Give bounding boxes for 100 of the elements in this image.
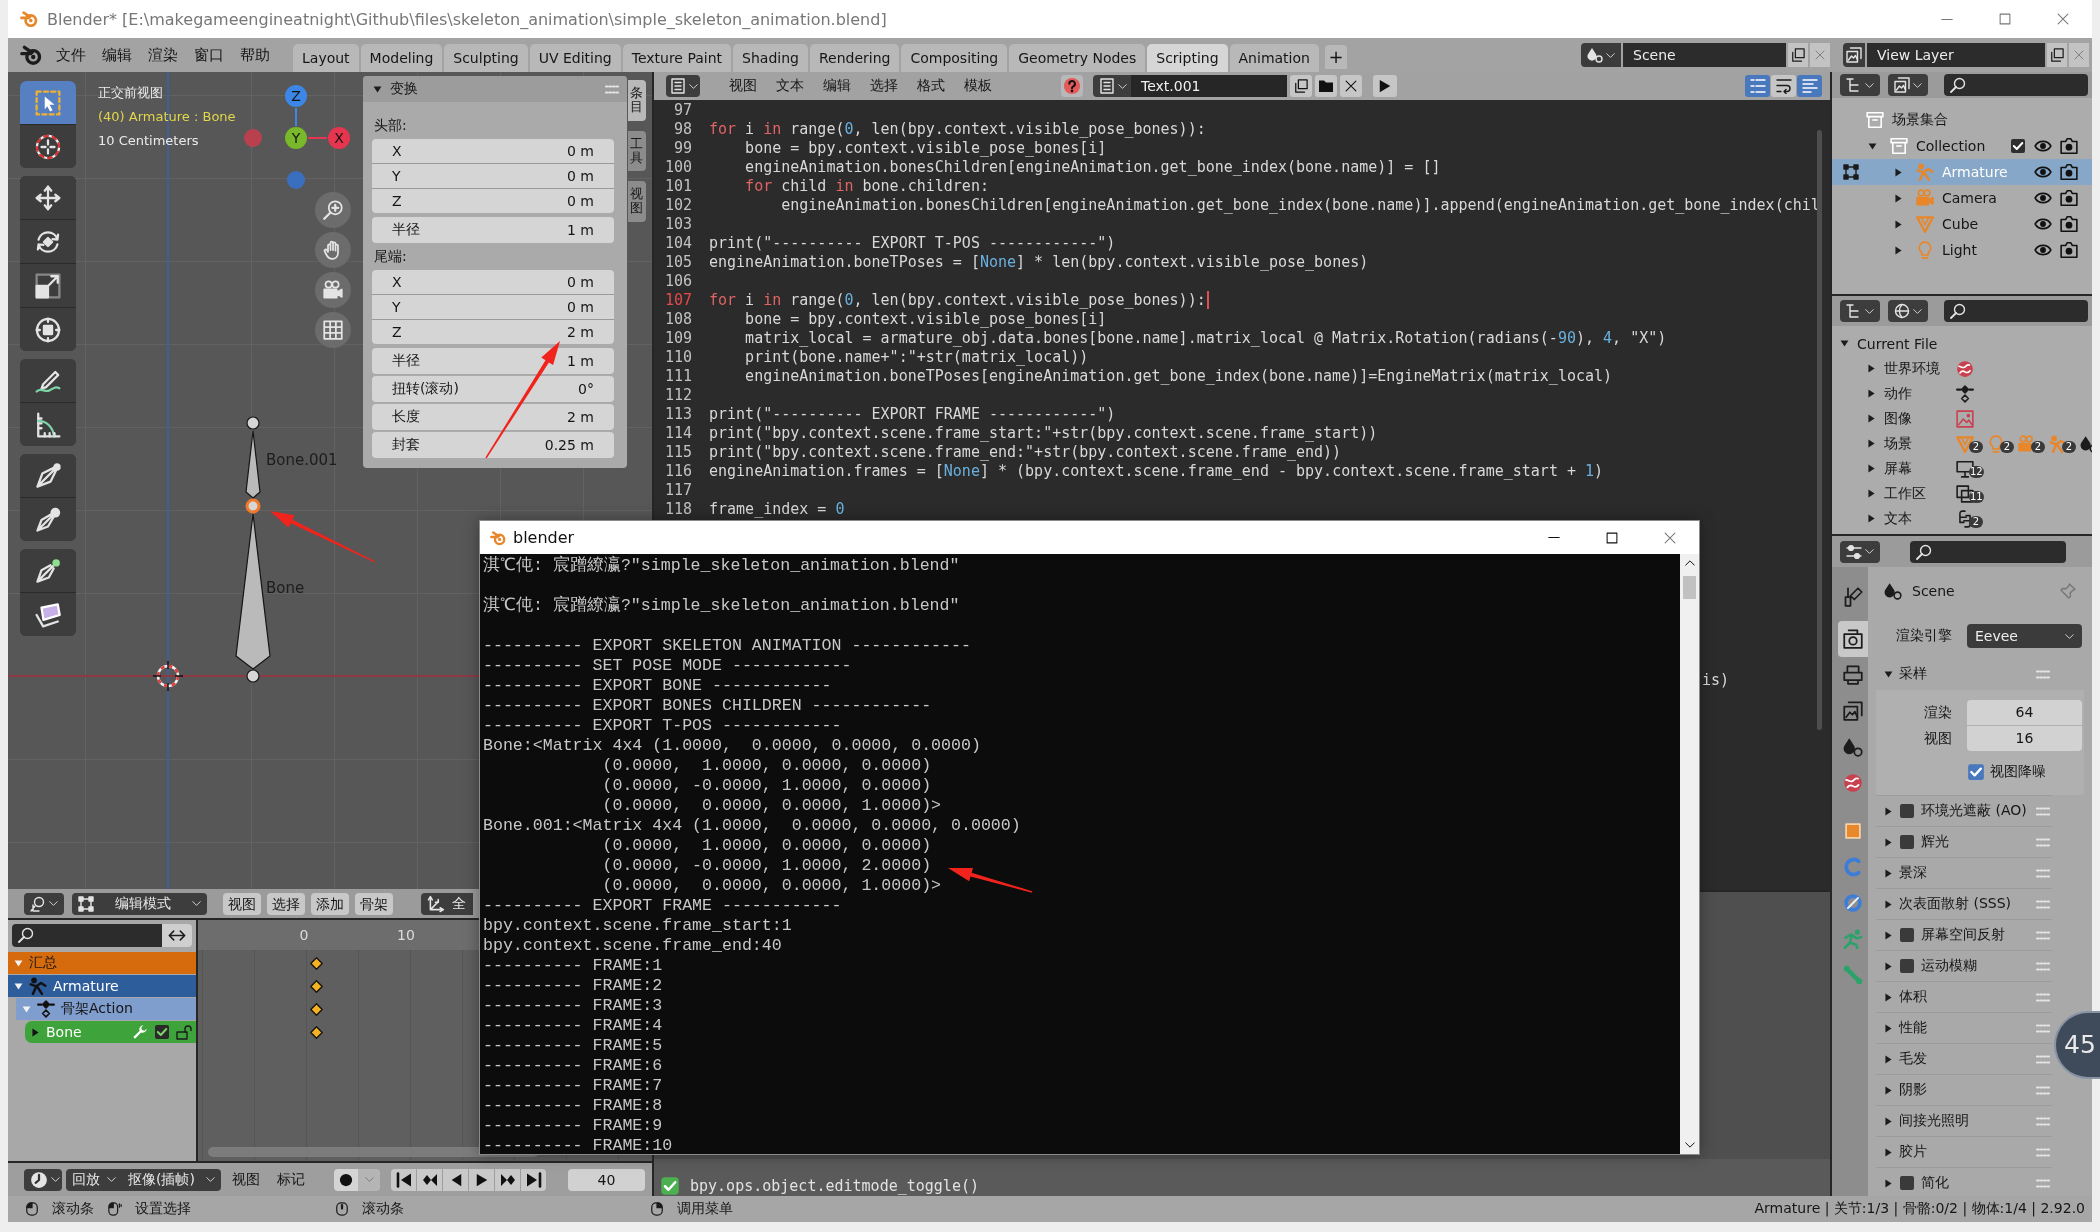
zoom-button[interactable] [315, 192, 351, 228]
jump-to-end-button[interactable] [521, 1168, 546, 1191]
outliner-item[interactable]: Collection [1832, 133, 2092, 159]
mode-dropdown[interactable]: 编辑模式 [72, 892, 207, 915]
new-view-layer-button[interactable] [2047, 43, 2067, 67]
menu-item[interactable]: 模板 [955, 77, 1001, 95]
menu-item[interactable]: 编辑 [94, 42, 140, 68]
tool-button[interactable] [20, 308, 76, 351]
disclosure-triangle-icon[interactable] [1840, 339, 1849, 348]
workspace-tab[interactable]: Animation [1229, 44, 1319, 72]
text-browse-button[interactable] [1093, 75, 1131, 97]
tool-button[interactable] [20, 454, 76, 497]
number-field[interactable]: 扭转(滚动) 0° [372, 376, 614, 402]
tool-button[interactable] [20, 220, 76, 263]
search-field[interactable] [12, 923, 162, 947]
outliner-item[interactable]: Current File [1832, 331, 2092, 356]
number-field[interactable]: Z 0 m [372, 189, 614, 213]
render-engine-dropdown[interactable]: Eevee [1967, 624, 2082, 648]
disclosure-triangle-icon[interactable] [1867, 414, 1876, 423]
axis-handle[interactable]: X [328, 127, 350, 149]
workspace-tab[interactable]: Layout [293, 44, 359, 72]
checkbox-icon[interactable] [1899, 958, 1915, 974]
checkbox-icon[interactable] [2010, 138, 2026, 154]
view-layer-name-field[interactable]: View Layer [1867, 43, 2045, 67]
properties-tab[interactable] [1838, 621, 1868, 657]
disclosure-triangle-icon[interactable] [1867, 464, 1876, 473]
outliner-item[interactable]: Light [1832, 237, 2092, 263]
menu-button[interactable]: 标记 [277, 1170, 305, 1189]
menu-item[interactable]: 选择 [861, 77, 907, 95]
number-field[interactable]: X 0 m [372, 139, 614, 163]
camera-icon[interactable] [2060, 215, 2078, 233]
scrollbar-thumb[interactable] [1683, 576, 1696, 599]
checkbox-icon[interactable] [1899, 927, 1915, 943]
disclosure-triangle-icon[interactable] [1894, 219, 1903, 229]
menu-item[interactable]: 文件 [48, 42, 94, 68]
keying-dropdown[interactable]: 抠像(插帧) [122, 1168, 221, 1191]
disclosure-triangle-icon[interactable] [1867, 389, 1876, 398]
outliner-item[interactable]: 屏幕 12 [1832, 456, 2092, 481]
panel-header[interactable]: 性能 [1876, 1012, 2052, 1043]
panel-header[interactable]: 变换 [363, 76, 627, 102]
keyframe-icon[interactable] [310, 1025, 323, 1039]
disclosure-triangle-icon[interactable] [1867, 364, 1876, 373]
workspace-tab[interactable]: UV Editing [529, 44, 621, 72]
tool-button[interactable] [20, 359, 76, 402]
disclosure-triangle-icon[interactable] [1867, 514, 1876, 523]
checkbox-icon[interactable] [1899, 834, 1915, 850]
workspace-tab[interactable]: Scripting [1147, 44, 1228, 72]
search-field[interactable] [1944, 74, 2088, 96]
display-mode-button[interactable] [1888, 74, 1928, 96]
jump-to-start-button[interactable] [391, 1168, 416, 1191]
number-field[interactable]: 半径 1 m [372, 217, 614, 243]
next-keyframe-button[interactable] [495, 1168, 520, 1191]
run-script-button[interactable] [1373, 75, 1397, 97]
number-field[interactable]: X 0 m [372, 270, 614, 294]
editor-type-button[interactable] [666, 75, 700, 97]
tool-button[interactable] [20, 176, 76, 219]
camera-icon[interactable] [2060, 241, 2078, 259]
panel-header[interactable]: 景深 [1876, 857, 2052, 888]
menu-button[interactable]: 添加 [311, 892, 349, 915]
sidebar-tab[interactable]: 工具 [628, 130, 646, 172]
editor-type-button[interactable] [24, 1168, 62, 1191]
axis-handle[interactable] [244, 129, 262, 147]
keyframe-icon[interactable] [310, 979, 323, 993]
panel-header[interactable]: 运动模糊 [1876, 950, 2052, 981]
number-field[interactable]: 封套 0.25 m [372, 432, 614, 458]
panel-header[interactable]: 胶片 [1876, 1136, 2052, 1167]
scroll-up-icon[interactable] [1684, 560, 1695, 566]
number-field[interactable]: Y 0 m [372, 164, 614, 188]
disclosure-triangle-icon[interactable] [31, 1027, 40, 1037]
pan-button[interactable] [315, 232, 351, 268]
workspace-tab[interactable]: Compositing [901, 44, 1008, 72]
scene-browse-button[interactable] [1581, 43, 1621, 67]
tool-button[interactable] [20, 125, 76, 168]
number-field[interactable]: Z 2 m [372, 320, 614, 344]
workspace-tab[interactable]: Geometry Nodes [1009, 44, 1146, 72]
tool-button[interactable] [20, 403, 76, 446]
disclosure-triangle-icon[interactable] [1894, 193, 1903, 203]
outliner-item[interactable]: 场景 2 2 2 2 [1832, 431, 2092, 456]
disclosure-triangle-icon[interactable] [1894, 245, 1903, 255]
workspace-tab[interactable]: Rendering [809, 44, 900, 72]
outliner-item[interactable]: Cube [1832, 211, 2092, 237]
duplicate-text-button[interactable] [1290, 75, 1312, 97]
workspace-tab[interactable]: Sculpting [444, 44, 528, 72]
checkbox-icon[interactable] [154, 1024, 170, 1040]
play-reverse-button[interactable] [443, 1168, 468, 1191]
number-field[interactable]: 64 [1967, 700, 2082, 725]
checkbox-icon[interactable] [1899, 803, 1915, 819]
menu-item[interactable]: 格式 [908, 77, 954, 95]
current-frame-field[interactable]: 40 [568, 1168, 645, 1191]
toggle-button[interactable] [1797, 75, 1822, 97]
outliner-item[interactable]: 工作区 11 [1832, 481, 2092, 506]
workspace-tab[interactable]: Texture Paint [622, 44, 732, 72]
bone-joint[interactable] [246, 669, 260, 683]
number-field[interactable]: 16 [1967, 726, 2082, 751]
channel-row[interactable]: 汇总 [8, 952, 196, 974]
sidebar-tab[interactable]: 视图 [628, 181, 646, 222]
checkbox-label[interactable]: 视图降噪 [1990, 763, 2046, 781]
panel-header[interactable]: 间接光照明 [1876, 1105, 2052, 1136]
disclosure-triangle-icon[interactable] [14, 981, 23, 991]
outliner-item[interactable]: 文本 2 [1832, 506, 2092, 531]
